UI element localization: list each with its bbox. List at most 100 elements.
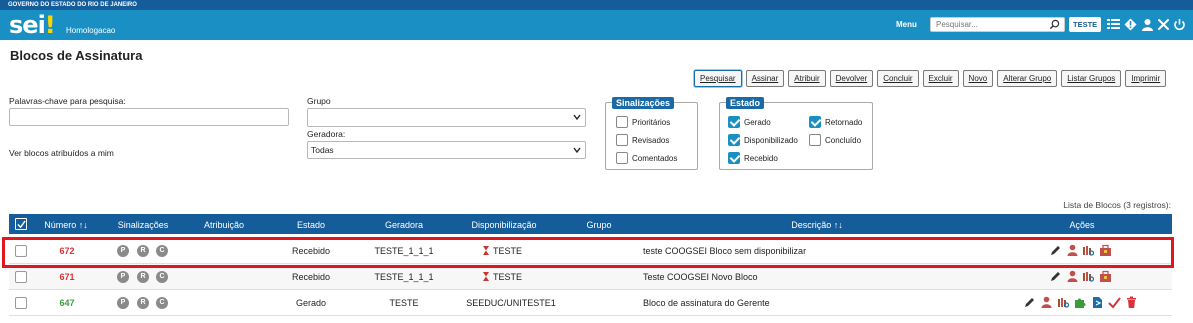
search-input[interactable]	[931, 18, 1043, 31]
sort-icon[interactable]: ↑↓	[79, 220, 88, 230]
row-generator: TESTE	[389, 298, 419, 308]
change-group-button[interactable]: Alterar Grupo	[997, 70, 1058, 87]
row-description: teste COOGSEI Bloco sem disponibilizar	[643, 246, 807, 256]
signals-legend: Sinalizações	[612, 97, 675, 109]
retornado-label: Retornado	[825, 118, 863, 127]
header-numero-label: Número	[44, 220, 77, 230]
page-title: Blocos de Assinatura	[10, 48, 143, 63]
tools-icon[interactable]	[1157, 18, 1170, 31]
new-button[interactable]: Novo	[962, 70, 994, 87]
app-header: sei! Homologacao Menu TESTE	[0, 10, 1193, 40]
user-unit-button[interactable]: TESTE	[1069, 17, 1102, 32]
briefcase-icon[interactable]	[1099, 244, 1112, 257]
generator-select[interactable]: Todas	[307, 141, 586, 159]
reviewed-badge[interactable]: R	[137, 271, 149, 283]
row-availability: TESTE	[482, 272, 522, 282]
power-icon[interactable]	[1173, 18, 1186, 31]
info-icon[interactable]	[1124, 18, 1137, 31]
grid-icon[interactable]	[1107, 18, 1120, 31]
user-icon[interactable]	[1066, 244, 1079, 257]
row-generator: TESTE_1_1_1	[374, 246, 434, 256]
row-number[interactable]: 671	[59, 272, 74, 282]
keywords-label: Palavras-chave para pesquisa:	[9, 96, 126, 106]
recebido-checkbox[interactable]	[728, 152, 740, 164]
priority-badge[interactable]: P	[117, 245, 129, 257]
user-icon[interactable]	[1141, 18, 1154, 31]
row-availability: SEEDUC/UNITESTE1	[466, 298, 556, 308]
chevron-down-icon	[573, 147, 581, 154]
prioritarios-checkbox[interactable]	[616, 116, 628, 128]
header-estado: Estado	[296, 220, 326, 230]
user-icon[interactable]	[1066, 270, 1079, 283]
comment-badge[interactable]: C	[156, 297, 168, 309]
state-fieldset: Estado Gerado Retornado Disponibilizado …	[719, 97, 873, 170]
row-checkbox[interactable]	[15, 271, 27, 283]
assign-button[interactable]: Atribuir	[788, 70, 826, 87]
row-number[interactable]: 647	[59, 298, 74, 308]
row-description: Bloco de assinatura do Gerente	[643, 298, 770, 308]
reviewed-badge[interactable]: R	[137, 245, 149, 257]
print-button[interactable]: Imprimir	[1125, 70, 1167, 87]
document-send-icon[interactable]	[1091, 296, 1104, 309]
keywords-input[interactable]	[9, 108, 289, 126]
table-row[interactable]: 672 P R C Recebido TESTE_1_1_1 TESTE tes…	[9, 238, 1172, 264]
search-box	[930, 17, 1065, 32]
checkmark-icon[interactable]	[1108, 296, 1121, 309]
row-checkbox[interactable]	[15, 297, 27, 309]
row-state: Recebido	[291, 272, 331, 282]
select-all-checkbox[interactable]	[15, 218, 27, 230]
delete-button[interactable]: Excluir	[922, 70, 959, 87]
revisados-checkbox[interactable]	[616, 134, 628, 146]
group-select[interactable]	[307, 108, 586, 127]
header-sinalizacoes: Sinalizações	[117, 220, 169, 230]
pen-icon[interactable]	[1023, 296, 1036, 309]
trash-icon[interactable]	[1125, 296, 1138, 309]
row-description: Teste COOGSEI Novo Bloco	[643, 272, 758, 282]
disponibilizado-label: Disponibilizado	[744, 136, 798, 145]
bookcase-search-icon[interactable]	[1057, 296, 1070, 309]
priority-badge[interactable]: P	[117, 271, 129, 283]
pen-icon[interactable]	[1049, 270, 1062, 283]
gerado-checkbox[interactable]	[728, 116, 740, 128]
conclude-button[interactable]: Concluir	[877, 70, 919, 87]
prioritarios-label: Prioritários	[632, 118, 671, 127]
disponibilizado-checkbox[interactable]	[728, 134, 740, 146]
comment-badge[interactable]: C	[156, 271, 168, 283]
signals-fieldset: Sinalizações Prioritários Revisados Come…	[605, 97, 698, 170]
concluido-checkbox[interactable]	[809, 134, 821, 146]
bookcase-search-icon[interactable]	[1082, 270, 1095, 283]
row-availability-text: TESTE	[492, 272, 523, 282]
user-icon[interactable]	[1040, 296, 1053, 309]
row-number[interactable]: 672	[59, 246, 74, 256]
priority-badge[interactable]: P	[117, 297, 129, 309]
sei-logo[interactable]: sei!	[9, 11, 56, 39]
chevron-down-icon	[573, 114, 581, 121]
menu-link[interactable]: Menu	[896, 20, 917, 29]
comentados-checkbox[interactable]	[616, 152, 628, 164]
briefcase-icon[interactable]	[1099, 270, 1112, 283]
puzzle-icon[interactable]	[1074, 296, 1087, 309]
assigned-to-me-label[interactable]: Ver blocos atribuídos a mim	[9, 148, 114, 158]
sign-button[interactable]: Assinar	[745, 70, 785, 87]
retornado-checkbox[interactable]	[809, 116, 821, 128]
row-state: Gerado	[295, 298, 327, 308]
hourglass-icon	[482, 272, 489, 281]
header-descricao[interactable]: Descrição ↑↓	[791, 220, 843, 230]
search-button[interactable]: Pesquisar	[694, 70, 742, 87]
sort-icon[interactable]: ↑↓	[834, 220, 843, 230]
recebido-label: Recebido	[744, 154, 778, 163]
logo-text: sei	[9, 11, 46, 39]
reviewed-badge[interactable]: R	[137, 297, 149, 309]
return-button[interactable]: Devolver	[829, 70, 874, 87]
row-state: Recebido	[291, 246, 331, 256]
pen-icon[interactable]	[1049, 244, 1062, 257]
table-row[interactable]: 671 P R C Recebido TESTE_1_1_1 TESTE Tes…	[9, 264, 1172, 290]
table-row[interactable]: 647 P R C Gerado TESTE SEEDUC/UNITESTE1 …	[9, 290, 1172, 316]
header-numero[interactable]: Número ↑↓	[44, 220, 88, 230]
comment-badge[interactable]: C	[156, 245, 168, 257]
search-icon[interactable]	[1049, 19, 1060, 30]
row-checkbox[interactable]	[15, 245, 27, 257]
list-groups-button[interactable]: Listar Grupos	[1061, 70, 1122, 87]
bookcase-search-icon[interactable]	[1082, 244, 1095, 257]
toolbar: Pesquisar Assinar Atribuir Devolver Conc…	[694, 70, 1167, 87]
